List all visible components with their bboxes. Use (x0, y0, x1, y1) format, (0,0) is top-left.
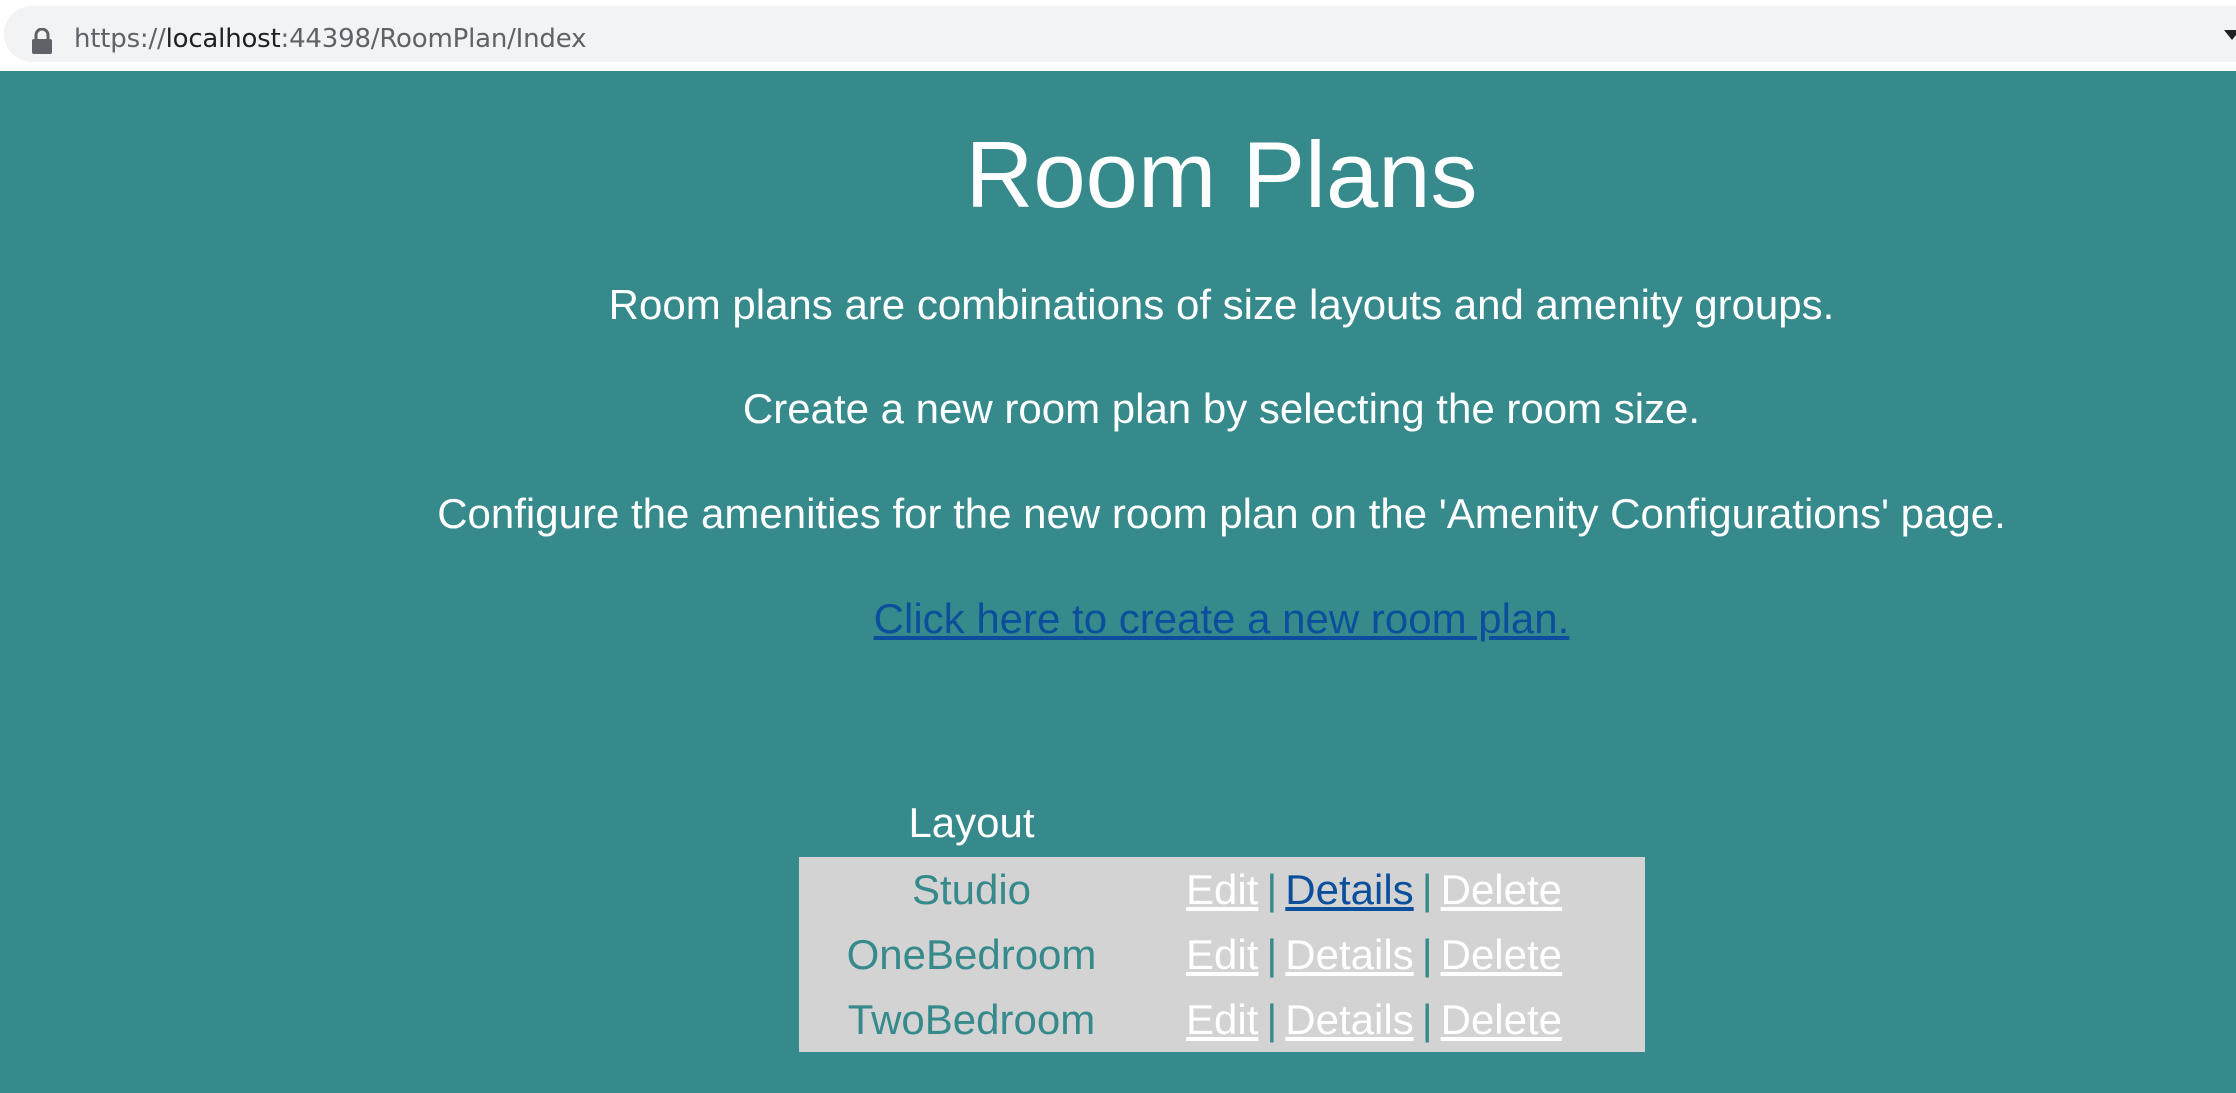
details-link[interactable]: Details (1285, 931, 1413, 978)
separator: | (1266, 931, 1278, 978)
delete-link[interactable]: Delete (1441, 931, 1562, 978)
table-row: TwoBedroom Edit | Details | Delete (799, 987, 1645, 1052)
table-body: Studio Edit | Details | Delete OneBedroom Ed… (799, 857, 1645, 1052)
chevron-down-icon[interactable] (2224, 30, 2236, 40)
actions-cell: Edit | Details | Delete (1186, 857, 1562, 922)
layout-cell: Studio (911, 866, 1032, 913)
url-path: :44398/RoomPlan/Index (280, 24, 587, 54)
intro-paragraph: Room plans are combinations of size layo… (608, 281, 1835, 328)
separator: | (1421, 931, 1433, 978)
edit-link[interactable]: Edit (1186, 996, 1258, 1043)
separator: | (1421, 996, 1433, 1043)
separator: | (1266, 996, 1278, 1043)
separator: | (1421, 866, 1433, 913)
create-link-container: Click here to create a new room plan. (0, 594, 2236, 644)
instruction-paragraph: Create a new room plan by selecting the … (742, 385, 1701, 432)
actions-cell: Edit | Details | Delete (1186, 922, 1562, 987)
layout-column-header: Layout (908, 799, 1035, 846)
delete-link[interactable]: Delete (1441, 996, 1562, 1043)
configure-paragraph: Configure the amenities for the new room… (437, 490, 2006, 537)
url-scheme: https:// (74, 24, 166, 54)
edit-link[interactable]: Edit (1186, 866, 1258, 913)
url-host: localhost (165, 24, 281, 54)
separator: | (1266, 866, 1278, 913)
address-bar[interactable]: https://localhost:44398/RoomPlan/Index (4, 6, 2236, 62)
create-room-plan-link[interactable]: Click here to create a new room plan. (874, 595, 1570, 642)
lock-icon[interactable] (31, 28, 53, 54)
table-row: OneBedroom Edit | Details | Delete (799, 922, 1645, 987)
layout-cell: TwoBedroom (847, 996, 1096, 1043)
url-text[interactable]: https://localhost:44398/RoomPlan/Index (74, 22, 586, 56)
browser-toolbar: https://localhost:44398/RoomPlan/Index (0, 0, 2236, 71)
layout-cell: OneBedroom (846, 931, 1097, 978)
page-title: Room Plans (965, 122, 1478, 227)
details-link[interactable]: Details (1285, 866, 1413, 913)
table-row: Studio Edit | Details | Delete (799, 857, 1645, 922)
delete-link[interactable]: Delete (1441, 866, 1562, 913)
edit-link[interactable]: Edit (1186, 931, 1258, 978)
details-link[interactable]: Details (1285, 996, 1413, 1043)
actions-cell: Edit | Details | Delete (1186, 987, 1562, 1052)
